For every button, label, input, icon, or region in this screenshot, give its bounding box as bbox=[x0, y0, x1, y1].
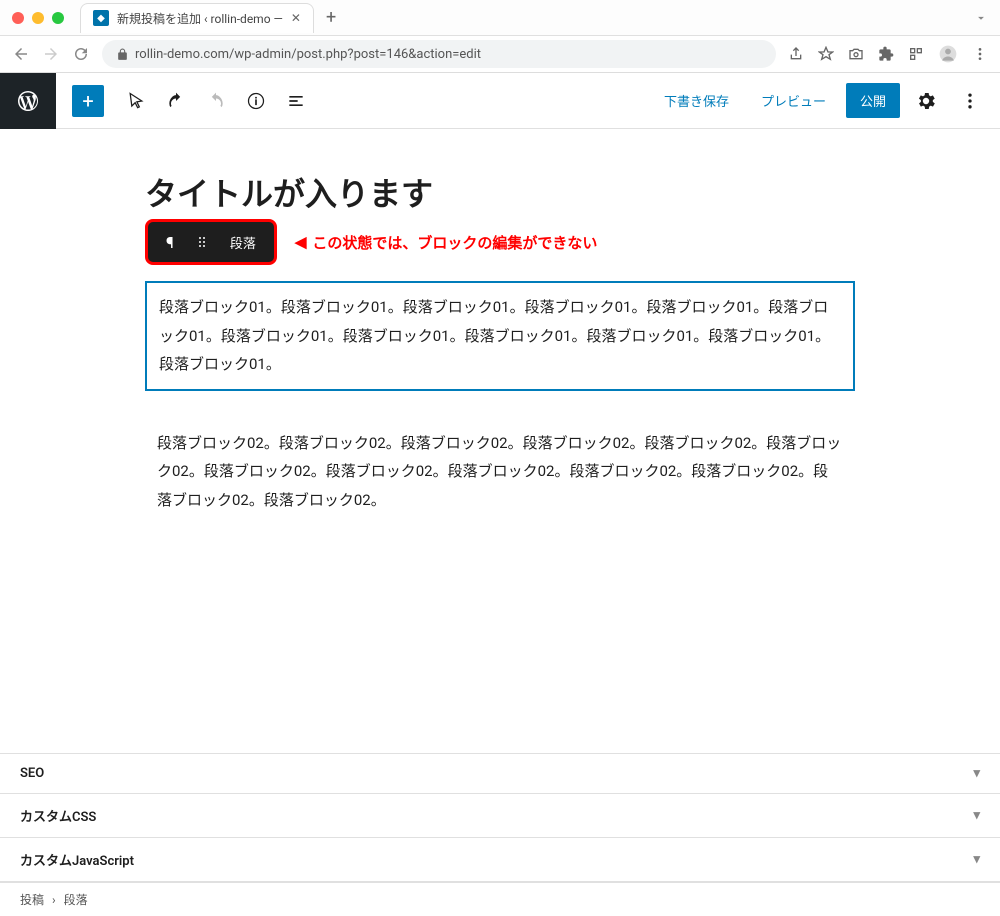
breadcrumb-root[interactable]: 投稿 bbox=[20, 891, 44, 908]
browser-chrome: ◆ 新規投稿を追加 ‹ rollin-demo — ✕ + rollin-dem… bbox=[0, 0, 1000, 73]
block-toolbar-wrap: ¶ 段落 ◀ この状態では、ブロックの編集ができない bbox=[145, 219, 855, 265]
meta-box-label: カスタムCSS bbox=[20, 806, 96, 825]
apps-icon[interactable] bbox=[908, 46, 924, 62]
add-block-button[interactable]: + bbox=[72, 85, 104, 117]
preview-button[interactable]: プレビュー bbox=[749, 85, 838, 116]
close-tab-icon[interactable]: ✕ bbox=[291, 11, 301, 25]
more-options-icon[interactable] bbox=[952, 83, 988, 119]
caret-down-icon: ▾ bbox=[973, 808, 980, 823]
browser-url-bar: rollin-demo.com/wp-admin/post.php?post=1… bbox=[0, 36, 1000, 72]
browser-extension-icons bbox=[788, 44, 988, 64]
info-icon[interactable] bbox=[240, 85, 272, 117]
redo-icon[interactable] bbox=[200, 85, 232, 117]
wordpress-favicon-icon: ◆ bbox=[93, 10, 109, 26]
meta-box-label: SEO bbox=[20, 766, 44, 781]
back-button[interactable] bbox=[12, 45, 30, 63]
publish-button[interactable]: 公開 bbox=[846, 83, 900, 118]
annotation-arrow-icon: ◀ bbox=[295, 233, 307, 251]
meta-box-label: カスタムJavaScript bbox=[20, 850, 134, 869]
post-title[interactable]: タイトルが入ります bbox=[145, 169, 855, 215]
close-window-button[interactable] bbox=[12, 12, 24, 24]
block-label[interactable]: 段落 bbox=[220, 227, 266, 258]
caret-down-icon: ▾ bbox=[973, 766, 980, 781]
reload-button[interactable] bbox=[72, 45, 90, 63]
meta-box-custom-css[interactable]: カスタムCSS ▾ bbox=[0, 794, 1000, 838]
breadcrumb: 投稿 › 段落 bbox=[0, 882, 1000, 916]
meta-box-seo[interactable]: SEO ▾ bbox=[0, 754, 1000, 794]
url-text: rollin-demo.com/wp-admin/post.php?post=1… bbox=[135, 47, 481, 62]
browser-title-bar: ◆ 新規投稿を追加 ‹ rollin-demo — ✕ + bbox=[0, 0, 1000, 36]
new-tab-button[interactable]: + bbox=[326, 7, 336, 28]
maximize-window-button[interactable] bbox=[52, 12, 64, 24]
tab-title: 新規投稿を追加 ‹ rollin-demo — bbox=[117, 10, 283, 27]
breadcrumb-current[interactable]: 段落 bbox=[64, 891, 88, 908]
profile-icon[interactable] bbox=[938, 44, 958, 64]
tabs-chevron-icon[interactable] bbox=[974, 11, 988, 25]
outline-icon[interactable] bbox=[280, 85, 312, 117]
menu-icon[interactable] bbox=[972, 46, 988, 62]
meta-box-custom-js[interactable]: カスタムJavaScript ▾ bbox=[0, 838, 1000, 882]
camera-icon[interactable] bbox=[848, 46, 864, 62]
wordpress-logo[interactable] bbox=[0, 73, 56, 129]
share-icon[interactable] bbox=[788, 46, 804, 62]
undo-icon[interactable] bbox=[160, 85, 192, 117]
paragraph-block-2[interactable]: 段落ブロック02。段落ブロック02。段落ブロック02。段落ブロック02。段落ブロ… bbox=[145, 419, 855, 525]
traffic-lights bbox=[12, 12, 64, 24]
editor-canvas[interactable]: タイトルが入ります ¶ 段落 ◀ この状態では、ブロックの編集ができない 段落ブ… bbox=[0, 129, 1000, 753]
select-tool-icon[interactable] bbox=[120, 85, 152, 117]
star-icon[interactable] bbox=[818, 46, 834, 62]
wordpress-toolbar: + 下書き保存 プレビュー 公開 bbox=[0, 73, 1000, 129]
toolbar-icons bbox=[120, 85, 312, 117]
breadcrumb-separator-icon: › bbox=[52, 893, 56, 907]
save-draft-button[interactable]: 下書き保存 bbox=[652, 85, 741, 116]
annotation: ◀ この状態では、ブロックの編集ができない bbox=[295, 232, 598, 253]
settings-icon[interactable] bbox=[908, 83, 944, 119]
minimize-window-button[interactable] bbox=[32, 12, 44, 24]
caret-down-icon: ▾ bbox=[973, 852, 980, 867]
toolbar-right: 下書き保存 プレビュー 公開 bbox=[652, 83, 1000, 119]
url-field[interactable]: rollin-demo.com/wp-admin/post.php?post=1… bbox=[102, 40, 776, 68]
drag-handle-icon[interactable] bbox=[184, 228, 220, 256]
extensions-icon[interactable] bbox=[878, 46, 894, 62]
forward-button[interactable] bbox=[42, 45, 60, 63]
lock-icon bbox=[116, 48, 129, 61]
annotation-text: この状態では、ブロックの編集ができない bbox=[312, 232, 597, 253]
paragraph-block-1[interactable]: 段落ブロック01。段落ブロック01。段落ブロック01。段落ブロック01。段落ブロ… bbox=[145, 281, 855, 391]
meta-boxes: SEO ▾ カスタムCSS ▾ カスタムJavaScript ▾ bbox=[0, 753, 1000, 882]
browser-tab[interactable]: ◆ 新規投稿を追加 ‹ rollin-demo — ✕ bbox=[80, 3, 314, 33]
paragraph-type-icon[interactable]: ¶ bbox=[156, 227, 184, 258]
editor-content: タイトルが入ります ¶ 段落 ◀ この状態では、ブロックの編集ができない 段落ブ… bbox=[125, 169, 875, 524]
block-toolbar: ¶ 段落 bbox=[145, 219, 277, 265]
